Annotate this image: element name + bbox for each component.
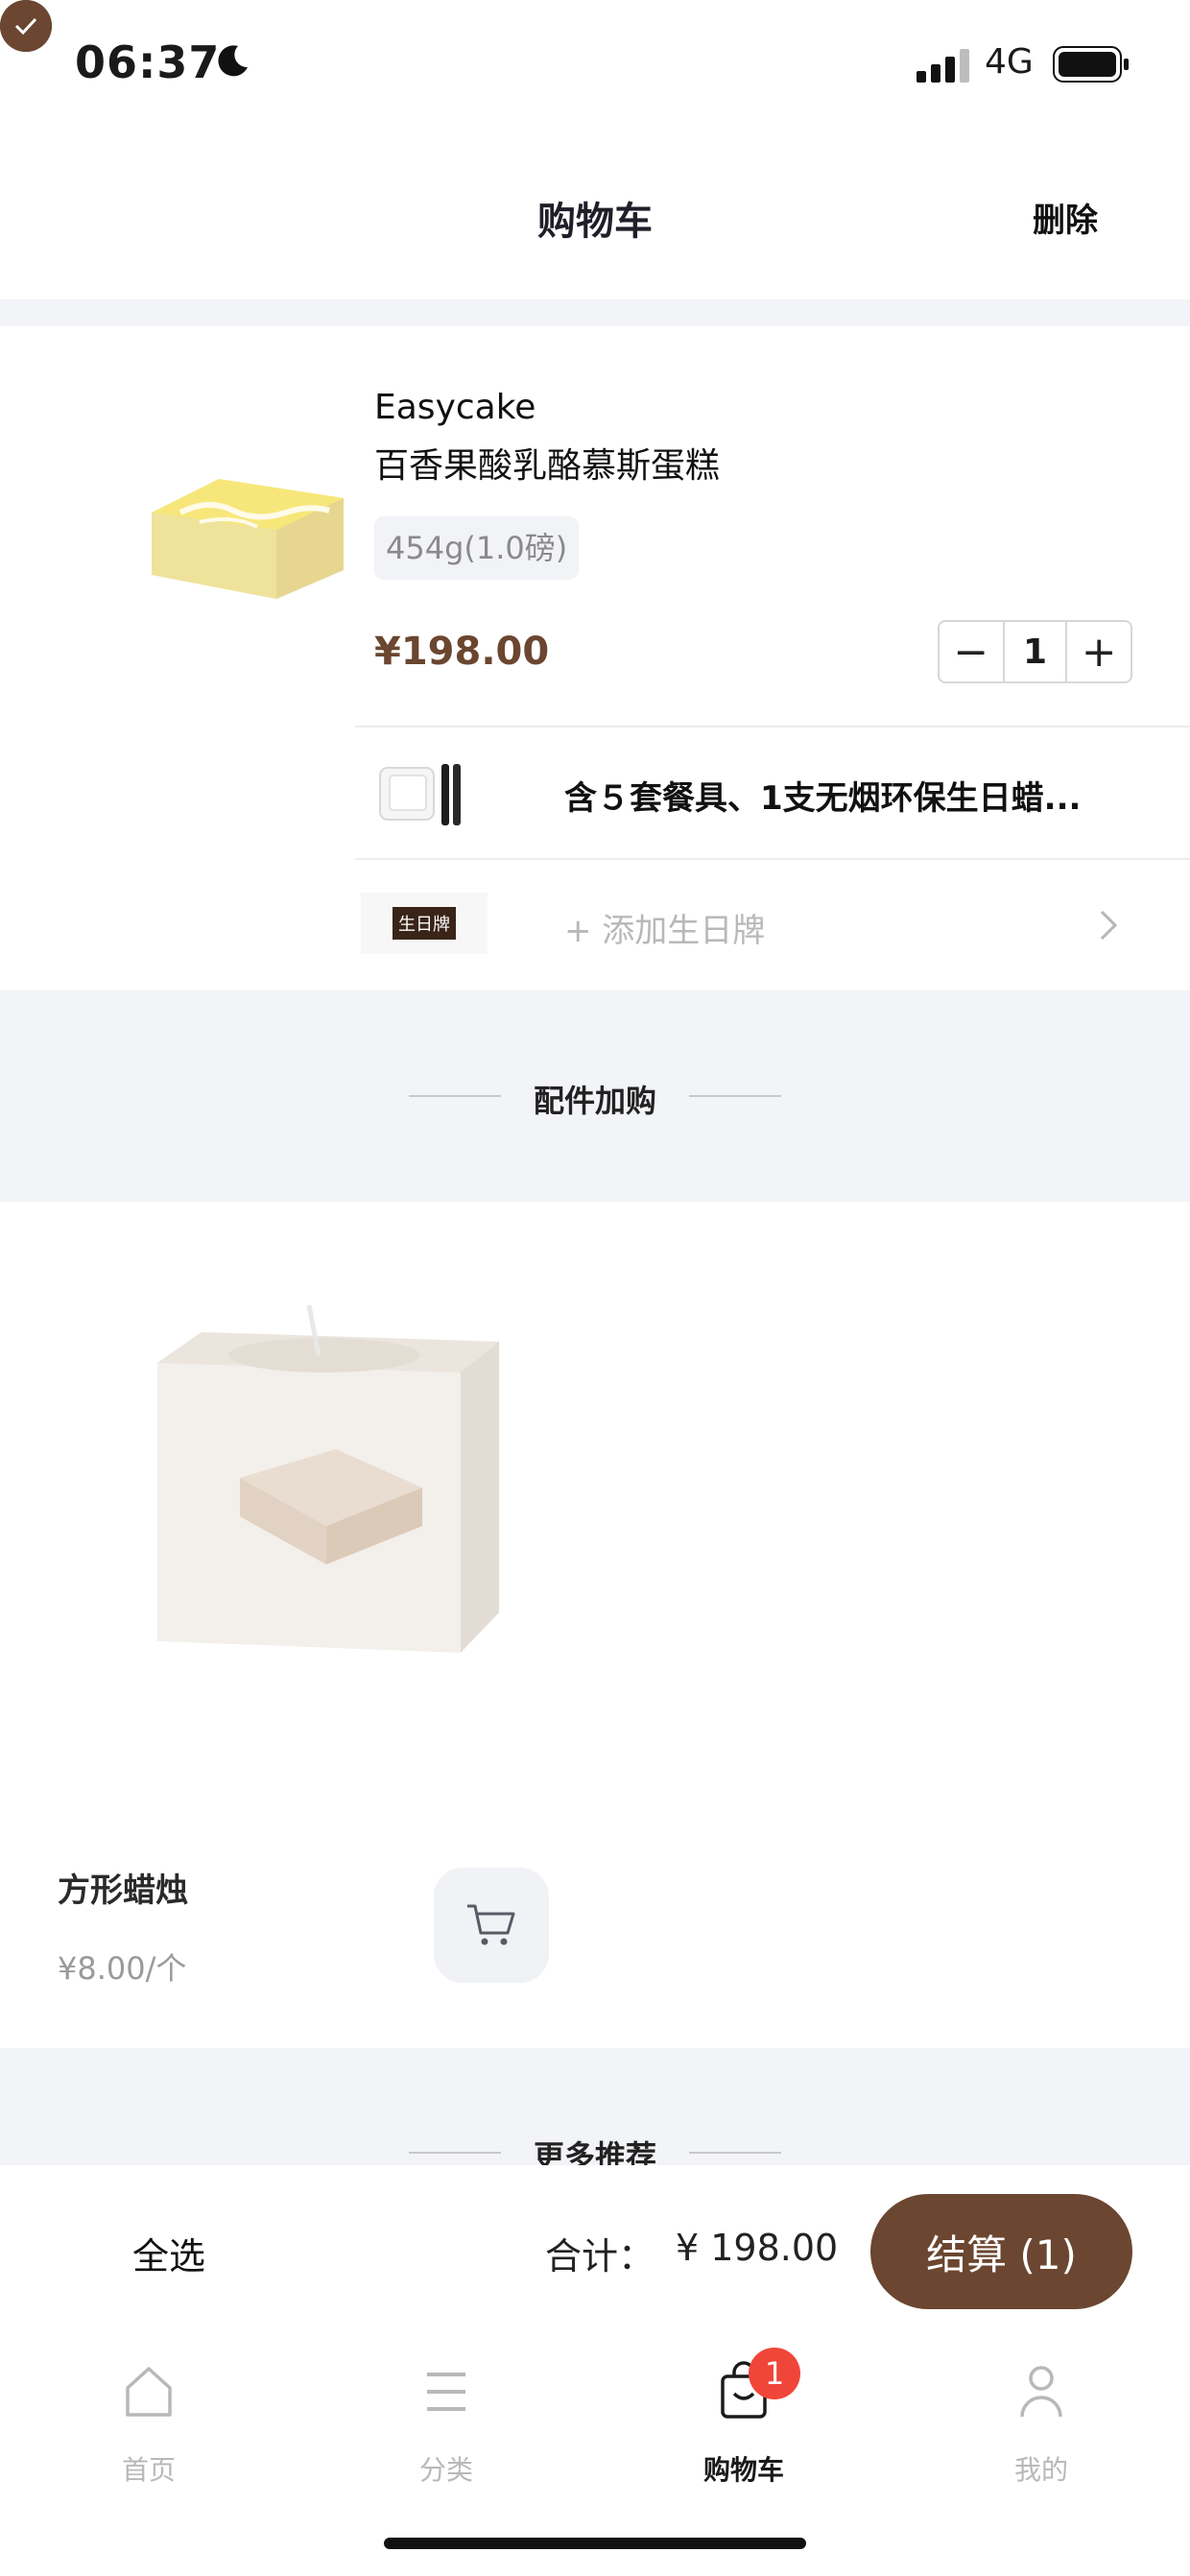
total-label: 合计：	[545, 2235, 655, 2278]
cart-page: 06:37 4G 购物车 删除 Easycake 百香果酸乳酪慕斯蛋糕 454g…	[0, 0, 1190, 2576]
chevron-right-icon[interactable]	[1094, 906, 1123, 944]
network-label: 4G	[985, 42, 1034, 82]
menu-icon	[427, 2373, 465, 2411]
tab-label: 购物车	[702, 2454, 784, 2486]
select-all-label[interactable]: 全选	[132, 2227, 205, 2279]
increase-button[interactable]: +	[1067, 622, 1130, 681]
divider	[355, 726, 1190, 727]
tab-label: 分类	[418, 2454, 473, 2486]
birthday-plaque-image: 生日牌	[361, 893, 488, 954]
tab-profile[interactable]: 我的	[945, 2361, 1137, 2486]
status-time: 06:37	[75, 36, 221, 88]
status-bar: 06:37 4G	[0, 0, 1190, 134]
product-name[interactable]: 百香果酸乳酪慕斯蛋糕	[374, 438, 720, 488]
checkout-button[interactable]: 结算 (1)	[870, 2194, 1132, 2309]
quantity-stepper: − 1 +	[938, 620, 1132, 683]
quantity-value[interactable]: 1	[1002, 622, 1068, 681]
add-plaque-button[interactable]: + 添加生日牌	[564, 904, 765, 951]
user-icon	[1020, 2366, 1062, 2418]
accessory-section-title: 配件加购	[533, 1083, 656, 1119]
accessory-name[interactable]: 方形蜡烛	[58, 1864, 188, 1911]
moon-icon	[218, 45, 248, 77]
total-amount: ¥ 198.00	[676, 2227, 839, 2269]
select-all-checkbox[interactable]	[0, 0, 52, 52]
divider	[355, 858, 1190, 860]
product-spec[interactable]: 454g(1.0磅)	[374, 516, 580, 580]
candle-image[interactable]	[144, 1305, 509, 1670]
tab-home[interactable]: 首页	[53, 2361, 245, 2486]
tableware-description: 含５套餐具、1支无烟环保生日蜡...	[564, 779, 1082, 818]
plaque-tag: 生日牌	[393, 907, 456, 940]
product-price: ¥198.00	[374, 630, 550, 674]
product-brand: Easycake	[374, 388, 536, 427]
decrease-button[interactable]: −	[940, 622, 1003, 681]
tableware-image	[379, 764, 461, 825]
delete-button[interactable]: 删除	[1033, 194, 1098, 241]
divider	[689, 1095, 781, 1097]
cart-icon	[467, 1904, 515, 1945]
signal-icon	[916, 49, 969, 83]
tab-cart[interactable]: 购物车	[648, 2361, 840, 2486]
tab-label: 首页	[121, 2454, 176, 2486]
home-icon	[126, 2367, 172, 2417]
tab-category[interactable]: 分类	[350, 2361, 542, 2486]
page-title: 购物车	[537, 200, 653, 244]
tab-label: 我的	[1013, 2454, 1068, 2486]
battery-icon	[1053, 46, 1129, 83]
header: 购物车 删除	[0, 134, 1190, 299]
band-divider	[0, 299, 1190, 326]
cake-image[interactable]	[142, 455, 353, 608]
divider	[689, 2152, 781, 2154]
accessory-price: ¥8.00/个	[58, 1950, 187, 1987]
home-indicator[interactable]	[384, 2538, 806, 2549]
add-to-cart-button[interactable]	[434, 1868, 549, 1983]
check-icon	[14, 17, 37, 36]
cart-badge: 1	[749, 2348, 800, 2399]
